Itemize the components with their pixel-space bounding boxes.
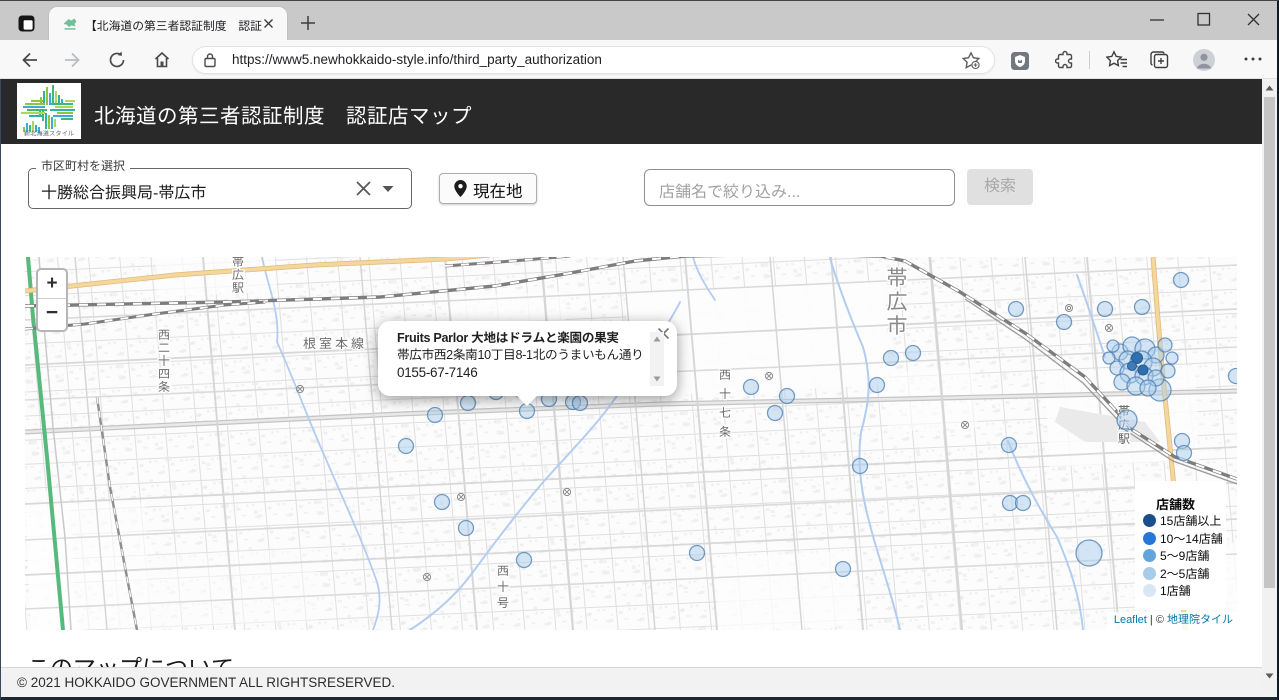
svg-text:駅: 駅 — [1118, 430, 1130, 447]
svg-text:西: 西 — [497, 562, 509, 579]
svg-text:号: 号 — [497, 594, 509, 611]
svg-text:条: 条 — [719, 423, 731, 440]
svg-text:十: 十 — [719, 385, 731, 402]
svg-text:西: 西 — [719, 366, 731, 383]
svg-text:根室本線: 根室本線 — [303, 333, 367, 352]
svg-text:新北海道スタイル: 新北海道スタイル — [24, 129, 74, 138]
svg-text:十: 十 — [497, 578, 509, 595]
svg-text:七: 七 — [719, 404, 731, 421]
svg-text:条: 条 — [158, 378, 170, 395]
svg-text:市: 市 — [887, 310, 908, 340]
svg-text:駅: 駅 — [232, 279, 244, 296]
